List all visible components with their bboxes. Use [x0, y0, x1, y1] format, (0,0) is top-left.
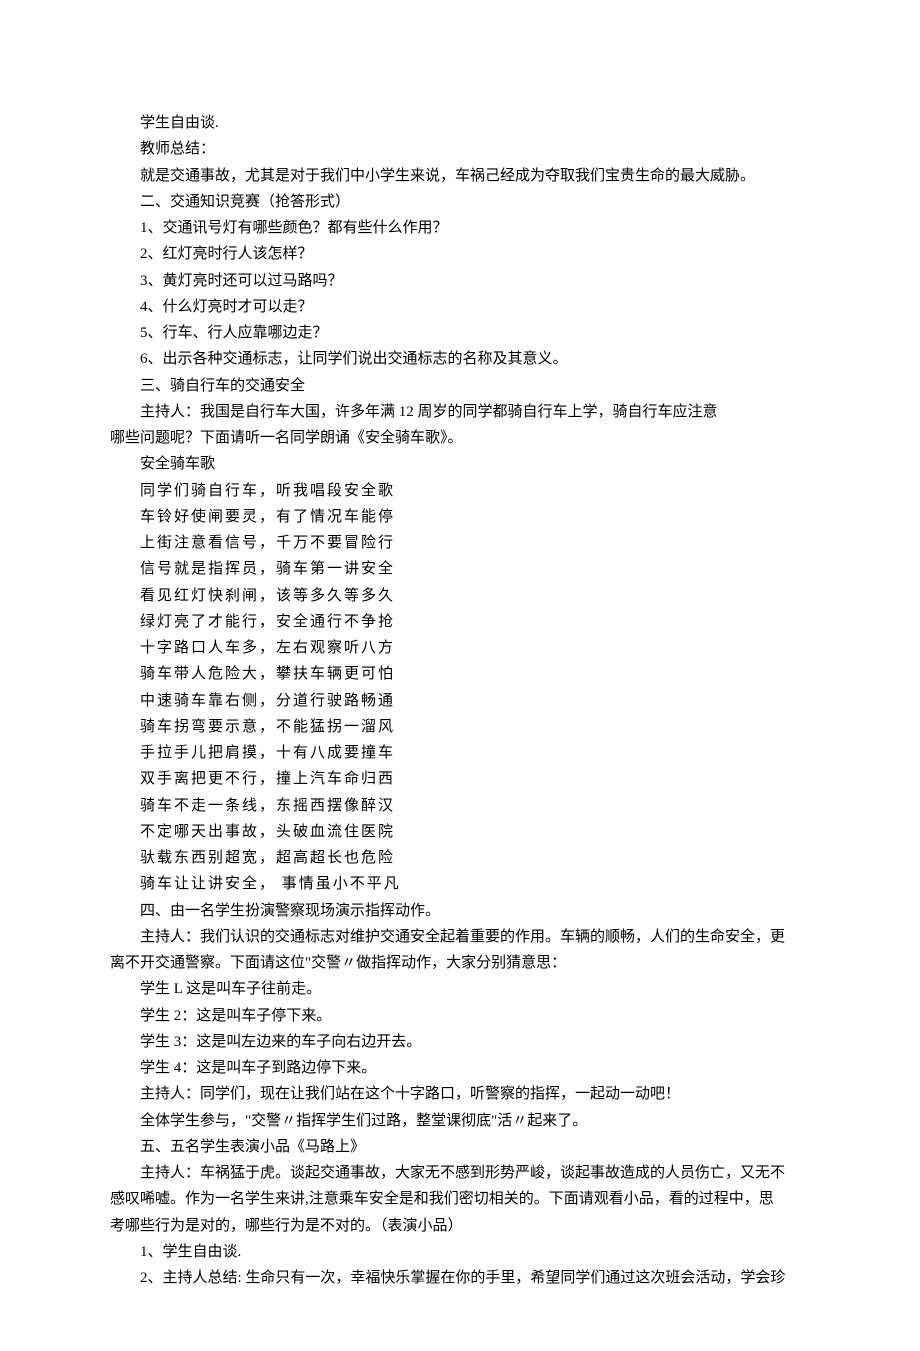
poem-line: 十字路口人车多，左右观察听八方 [110, 635, 810, 661]
paragraph: 1、交通讯号灯有哪些颜色？都有些什么作用？ [110, 215, 810, 241]
poem-line: 骑车让让讲安全， 事情虽小不平凡 [110, 871, 810, 897]
poem-line: 信号就是指挥员，骑车第一讲安全 [110, 556, 810, 582]
poem-line: 双手离把更不行，撞上汽车命归西 [110, 766, 810, 792]
poem-line: 驮载东西别超宽，超高超长也危险 [110, 845, 810, 871]
paragraph: 学生 L 这是叫车子往前走。 [110, 976, 810, 1002]
paragraph: 二、交通知识竞赛（抢答形式） [110, 189, 810, 215]
paragraph: 考哪些行为是对的，哪些行为是不对的。（表演小品） [110, 1213, 810, 1239]
poem-line: 看见红灯快刹闸，该等多久等多久 [110, 583, 810, 609]
paragraph: 2、主持人总结: 生命只有一次，幸福快乐掌握在你的手里，希望同学们通过这次班会活… [110, 1265, 810, 1291]
paragraph: 五、五名学生表演小品《马路上》 [110, 1134, 810, 1160]
paragraph: 哪些问题呢？下面请听一名同学朗诵《安全骑车歌》。 [110, 425, 810, 451]
paragraph: 学生 4：这是叫车子到路边停下来。 [110, 1055, 810, 1081]
paragraph: 离不开交通警察。下面请这位"交警〃做指挥动作，大家分别猜意思： [110, 950, 810, 976]
paragraph: 学生 3：这是叫左边来的车子向右边开去。 [110, 1029, 810, 1055]
paragraph: 主持人：我们认识的交通标志对维护交通安全起着重要的作用。车辆的顺畅，人们的生命安… [110, 924, 810, 950]
paragraph: 4、什么灯亮时才可以走？ [110, 294, 810, 320]
poem-title: 安全骑车歌 [110, 451, 810, 477]
poem-line: 不定哪天出事故，头破血流住医院 [110, 819, 810, 845]
paragraph: 2、红灯亮时行人该怎样？ [110, 241, 810, 267]
paragraph: 3、黄灯亮时还可以过马路吗？ [110, 268, 810, 294]
paragraph: 全体学生参与，"交警〃指挥学生们过路，整堂课彻底"活〃起来了。 [110, 1108, 810, 1134]
poem-line: 上街注意看信号，千万不要冒险行 [110, 530, 810, 556]
paragraph: 1、学生自由谈. [110, 1239, 810, 1265]
paragraph: 主持人：车祸猛于虎。谈起交通事故，大家无不感到形势严峻，谈起事故造成的人员伤亡，… [110, 1160, 810, 1186]
paragraph: 四、由一名学生扮演警察现场演示指挥动作。 [110, 898, 810, 924]
paragraph: 学生自由谈. [110, 110, 810, 136]
poem-line: 骑车拐弯要示意，不能猛拐一溜风 [110, 714, 810, 740]
poem-line: 骑车带人危险大，攀扶车辆更可怕 [110, 661, 810, 687]
paragraph: 主持人：同学们，现在让我们站在这个十字路口，听警察的指挥，一起动一动吧！ [110, 1081, 810, 1107]
poem-line: 中速骑车靠右侧，分道行驶路畅通 [110, 688, 810, 714]
paragraph: 5、行车、行人应靠哪边走？ [110, 320, 810, 346]
poem-line: 骑车不走一条线，东摇西摆像醉汉 [110, 793, 810, 819]
paragraph: 学生 2：这是叫车子停下来。 [110, 1003, 810, 1029]
paragraph: 6、出示各种交通标志，让同学们说出交通标志的名称及其意义。 [110, 346, 810, 372]
paragraph: 感叹唏嘘。作为一名学生来讲,注意乘车安全是和我们密切相关的。下面请观看小品，看的… [110, 1186, 810, 1212]
paragraph: 主持人：我国是自行车大国，许多年满 12 周岁的同学都骑自行车上学，骑自行车应注… [110, 399, 810, 425]
poem-line: 手拉手儿把肩摸，十有八成要撞车 [110, 740, 810, 766]
document-page: 学生自由谈. 教师总结： 就是交通事故，尤其是对于我们中小学生来说，车祸己经成为… [0, 0, 920, 1351]
poem-line: 车铃好使闸要灵，有了情况车能停 [110, 504, 810, 530]
paragraph: 就是交通事故，尤其是对于我们中小学生来说，车祸己经成为夺取我们宝贵生命的最大威胁… [110, 163, 810, 189]
paragraph: 教师总结： [110, 136, 810, 162]
poem-line: 同学们骑自行车，听我唱段安全歌 [110, 478, 810, 504]
poem-line: 绿灯亮了才能行，安全通行不争抢 [110, 609, 810, 635]
paragraph: 三、骑自行车的交通安全 [110, 373, 810, 399]
